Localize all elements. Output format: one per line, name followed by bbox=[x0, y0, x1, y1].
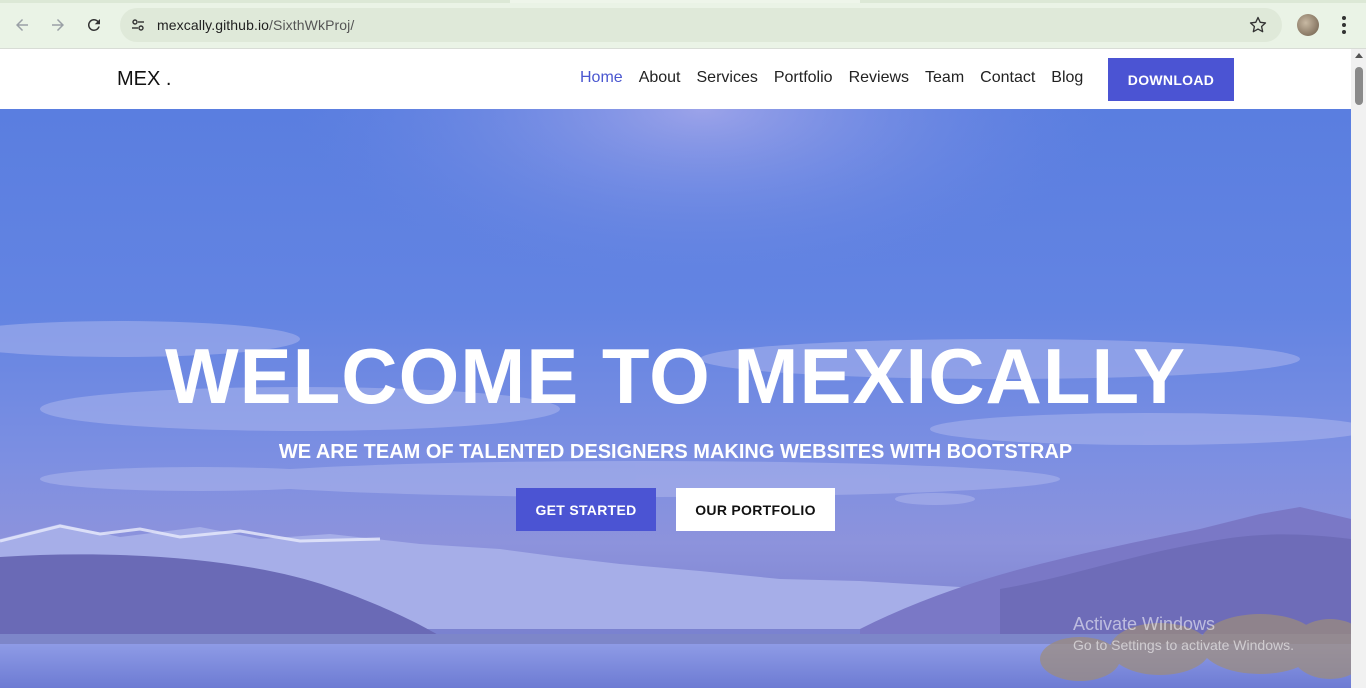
download-button[interactable]: DOWNLOAD bbox=[1108, 58, 1234, 101]
url-text[interactable]: mexcally.github.io/SixthWkProj/ bbox=[157, 17, 354, 33]
nav-portfolio[interactable]: Portfolio bbox=[774, 69, 833, 87]
site-logo[interactable]: MEX . bbox=[117, 68, 171, 91]
active-tab-indicator bbox=[510, 0, 860, 3]
tab-strip bbox=[0, 0, 1366, 3]
reload-icon[interactable] bbox=[82, 13, 106, 37]
site-header: MEX . Home About Services Portfolio Revi… bbox=[0, 49, 1351, 109]
page-viewport: MEX . Home About Services Portfolio Revi… bbox=[0, 49, 1351, 688]
nav-blog[interactable]: Blog bbox=[1051, 69, 1083, 87]
our-portfolio-button[interactable]: OUR PORTFOLIO bbox=[676, 488, 835, 531]
watermark-subtitle: Go to Settings to activate Windows. bbox=[1073, 637, 1294, 653]
browser-toolbar: mexcally.github.io/SixthWkProj/ bbox=[0, 0, 1366, 49]
hero-section: WELCOME TO MEXICALLY WE ARE TEAM OF TALE… bbox=[0, 109, 1351, 688]
hero-title: WELCOME TO MEXICALLY bbox=[164, 332, 1187, 420]
nav-reviews[interactable]: Reviews bbox=[849, 69, 909, 87]
browser-menu-icon[interactable] bbox=[1334, 13, 1354, 37]
nav-team[interactable]: Team bbox=[925, 69, 964, 87]
site-settings-icon[interactable] bbox=[128, 15, 148, 35]
get-started-button[interactable]: GET STARTED bbox=[516, 488, 656, 531]
hero-subtitle: WE ARE TEAM OF TALENTED DESIGNERS MAKING… bbox=[278, 441, 1073, 463]
scroll-up-icon[interactable] bbox=[1355, 53, 1363, 58]
bookmark-star-icon[interactable] bbox=[1248, 15, 1268, 35]
main-nav: Home About Services Portfolio Reviews Te… bbox=[580, 69, 1099, 87]
profile-avatar[interactable] bbox=[1297, 14, 1319, 36]
activate-windows-watermark: Activate Windows Go to Settings to activ… bbox=[1073, 614, 1294, 653]
forward-icon[interactable] bbox=[46, 13, 70, 37]
page-scrollbar[interactable] bbox=[1351, 49, 1366, 688]
nav-services[interactable]: Services bbox=[697, 69, 758, 87]
nav-home[interactable]: Home bbox=[580, 69, 623, 87]
nav-contact[interactable]: Contact bbox=[980, 69, 1035, 87]
watermark-title: Activate Windows bbox=[1073, 614, 1216, 634]
url-host: mexcally.github.io bbox=[157, 17, 270, 33]
address-bar[interactable]: mexcally.github.io/SixthWkProj/ bbox=[120, 8, 1282, 42]
nav-about[interactable]: About bbox=[639, 69, 681, 87]
scrollbar-thumb[interactable] bbox=[1355, 67, 1363, 105]
back-icon[interactable] bbox=[10, 13, 34, 37]
url-path: /SixthWkProj/ bbox=[269, 17, 355, 33]
